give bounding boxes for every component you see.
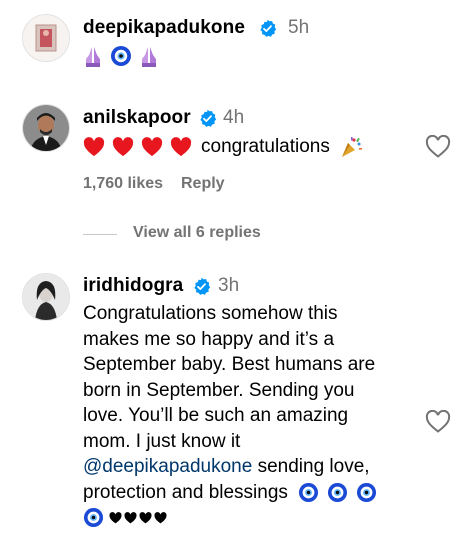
avatar-anilskapoor[interactable] <box>22 104 70 152</box>
comment-time: 3h <box>218 275 240 296</box>
view-replies-button[interactable]: View all 6 replies <box>133 224 261 242</box>
verified-badge-icon <box>200 109 217 127</box>
evil-eye-icon <box>83 508 104 528</box>
red-heart-icon <box>83 137 105 157</box>
comment-time: 5h <box>288 17 310 38</box>
like-heart-icon[interactable] <box>425 135 451 159</box>
verified-badge-icon <box>194 277 211 295</box>
evil-eye-icon <box>111 46 131 66</box>
praying-hands-icon <box>86 47 100 67</box>
comment-line: Congratulations somehow this <box>83 303 338 324</box>
avatar-deepikapadukone[interactable] <box>22 14 70 62</box>
comment-fragment: sending love, <box>252 456 370 477</box>
red-heart-icon <box>141 137 163 157</box>
evil-eye-icon <box>356 482 376 502</box>
avatar-photo <box>23 105 69 151</box>
reply-button[interactable]: Reply <box>181 175 225 193</box>
avatar-photo <box>23 15 69 61</box>
comment-line: @deepikapadukone sending love, <box>83 454 443 480</box>
evil-eye-icon <box>327 482 347 502</box>
praying-hands-icon <box>142 47 156 67</box>
like-heart-icon[interactable] <box>425 410 451 434</box>
comment-text: congratulations <box>201 136 330 157</box>
evil-eye-icon <box>298 482 318 502</box>
comment-line: makes me so happy and it’s a <box>83 328 335 350</box>
comment-line: September baby. Best humans are <box>83 354 376 375</box>
replies-divider <box>83 234 117 235</box>
comment-body: congratulations <box>83 134 363 160</box>
comment-line: born in September. Sending you <box>83 379 355 401</box>
black-heart-icon <box>139 511 152 524</box>
comment-fragment: protection and blessings <box>83 481 288 503</box>
comment-line: mom. I just know it <box>83 430 241 452</box>
verified-badge-icon <box>260 19 277 37</box>
comment-time: 4h <box>223 107 245 128</box>
comment-line: protection and blessings <box>83 480 443 506</box>
username[interactable]: deepikapadukone <box>83 17 245 39</box>
comment-emojis <box>83 44 159 68</box>
red-heart-icon <box>112 137 134 157</box>
party-popper-icon <box>341 137 362 157</box>
like-count[interactable]: 1,760 likes <box>83 175 163 193</box>
comment-line: love. You’ll be such an amazing <box>83 405 349 426</box>
username[interactable]: anilskapoor <box>83 107 191 129</box>
username[interactable]: iridhidogra <box>83 275 183 297</box>
red-heart-icon <box>170 137 192 157</box>
mention-link[interactable]: @deepikapadukone <box>83 456 252 477</box>
black-heart-icon <box>124 511 137 524</box>
black-heart-icon <box>109 511 122 524</box>
avatar-iridhidogra[interactable] <box>22 273 70 321</box>
comment-text: Congratulations somehow this makes me so… <box>83 301 443 531</box>
comment-line <box>83 505 443 531</box>
black-heart-icon <box>154 511 167 524</box>
avatar-photo <box>23 274 69 320</box>
